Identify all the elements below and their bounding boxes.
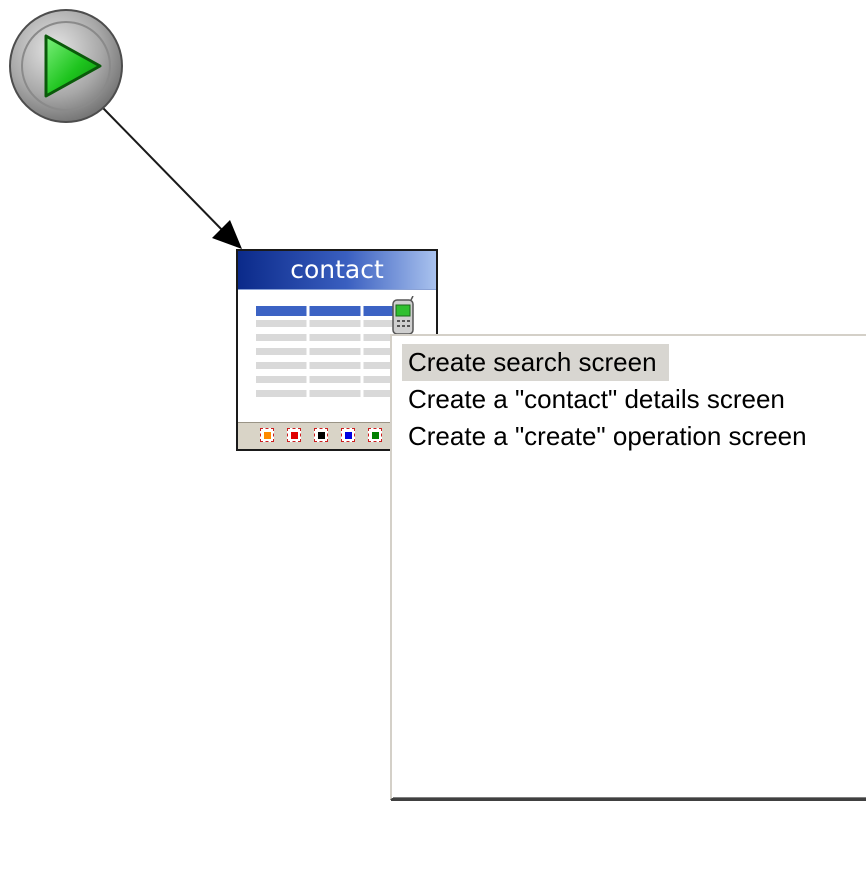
black-port-dot: [318, 432, 325, 439]
menu-item-create-search-screen[interactable]: Create search screen: [402, 344, 813, 381]
mobile-phone-icon: [392, 296, 414, 335]
menu-item-label: Create a "contact" details screen: [408, 384, 785, 414]
play-icon: [9, 9, 123, 123]
green-port[interactable]: [368, 428, 382, 442]
menu-item-create-details-screen[interactable]: Create a "contact" details screen: [408, 381, 813, 418]
orange-port-dot: [264, 432, 271, 439]
start-to-contact-connector[interactable]: [102, 107, 227, 235]
menu-item-create-operation-screen[interactable]: Create a "create" operation screen: [408, 418, 813, 455]
red-port[interactable]: [287, 428, 301, 442]
screen-node-title: contact: [238, 251, 436, 290]
flow-canvas[interactable]: contact Create search screen Create a "c…: [0, 0, 866, 896]
start-node[interactable]: [8, 8, 124, 124]
context-menu: Create search screen Create a "contact" …: [390, 334, 866, 800]
menu-item-label: Create search screen: [402, 344, 669, 381]
blue-port-dot: [345, 432, 352, 439]
context-menu-list: Create search screen Create a "contact" …: [402, 344, 813, 455]
black-port[interactable]: [314, 428, 328, 442]
red-port-dot: [291, 432, 298, 439]
table-icon: [256, 306, 406, 400]
orange-port[interactable]: [260, 428, 274, 442]
green-port-dot: [372, 432, 379, 439]
menu-item-label: Create a "create" operation screen: [408, 421, 807, 451]
blue-port[interactable]: [341, 428, 355, 442]
